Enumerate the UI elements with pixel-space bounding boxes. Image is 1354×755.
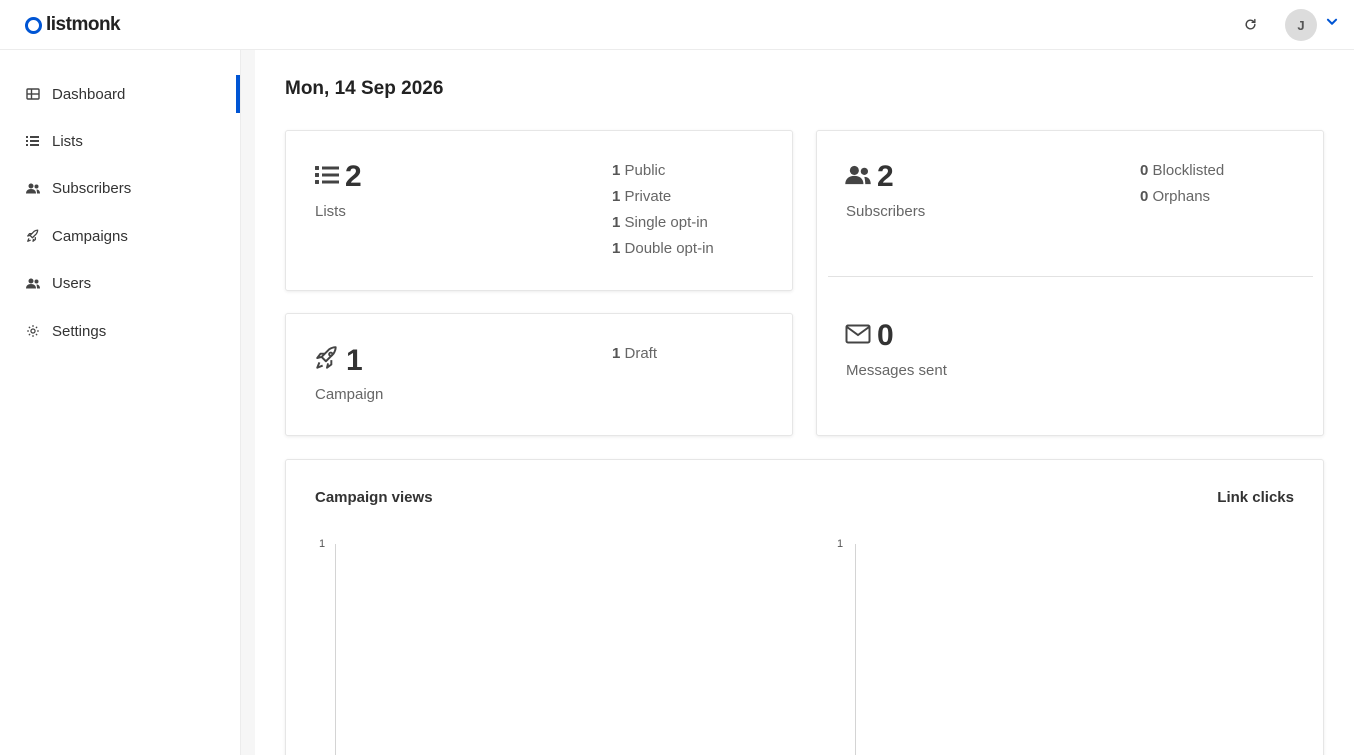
subscribers-label: Subscribers	[846, 203, 926, 220]
lists-label: Lists	[315, 203, 346, 220]
subscribers-count: 2	[877, 160, 894, 193]
gear-icon	[25, 324, 40, 339]
sidebar-gutter	[241, 50, 255, 755]
lists-count: 2	[345, 160, 362, 193]
views-y-tick: 1	[319, 538, 326, 550]
subscribers-blocklisted: 0 Blocklisted	[1140, 162, 1225, 179]
sidebar-item-dashboard[interactable]: Dashboard	[0, 75, 240, 113]
campaigns-count: 1	[346, 343, 363, 377]
sidebar: Dashboard Lists Subscribers Campaigns Us…	[0, 50, 241, 755]
lists-private: 1 Private	[612, 188, 672, 205]
messages-count: 0	[877, 319, 894, 352]
app-name: listmonk	[46, 14, 121, 35]
app-logo[interactable]: listmonk	[25, 14, 121, 36]
sidebar-item-label: Campaigns	[52, 227, 128, 245]
rocket-icon	[25, 229, 40, 244]
sidebar-item-lists[interactable]: Lists	[0, 122, 240, 160]
charts-card: Campaign views Link clicks 1 1	[285, 459, 1324, 755]
users-icon	[845, 165, 871, 190]
subscribers-orphans: 0 Orphans	[1140, 188, 1211, 205]
users-icon	[25, 276, 40, 291]
refresh-icon[interactable]	[1242, 16, 1259, 33]
campaigns-label: Campaign	[315, 386, 384, 403]
lists-card: 2 Lists 1 Public 1 Private 1 Single opt-…	[285, 130, 793, 291]
messages-label: Messages sent	[846, 362, 947, 379]
messages-stat: 0	[845, 321, 894, 351]
views-y-axis	[335, 544, 336, 755]
campaign-views-title: Campaign views	[315, 489, 433, 506]
lists-single-optin: 1 Single opt-in	[612, 214, 708, 231]
sidebar-item-label: Subscribers	[52, 179, 132, 197]
sidebar-item-label: Dashboard	[52, 85, 126, 103]
lists-double-optin: 1 Double opt-in	[612, 240, 714, 257]
sidebar-item-subscribers[interactable]: Subscribers	[0, 169, 240, 207]
list-icon	[315, 165, 339, 190]
list-icon	[25, 134, 40, 149]
subscribers-stat: 2	[845, 162, 894, 192]
link-clicks-title: Link clicks	[1217, 489, 1294, 506]
user-avatar[interactable]: J	[1285, 9, 1317, 41]
page-title: Mon, 14 Sep 2026	[285, 78, 444, 99]
campaigns-stat: 1	[314, 345, 363, 376]
top-header: listmonk J	[0, 0, 1354, 50]
subscribers-card: 2 Subscribers 0 Blocklisted 0 Orphans 0 …	[816, 130, 1324, 436]
sidebar-item-label: Settings	[52, 322, 107, 340]
campaigns-card: 1 Campaign 1 Draft	[285, 313, 793, 436]
chevron-down-icon[interactable]	[1325, 15, 1339, 29]
sidebar-item-campaigns[interactable]: Campaigns	[0, 217, 240, 255]
lists-public: 1 Public	[612, 162, 666, 179]
rocket-icon	[314, 345, 340, 376]
users-icon	[25, 181, 40, 196]
clicks-y-axis	[855, 544, 856, 755]
listmonk-logo-icon	[25, 16, 42, 34]
sidebar-item-settings[interactable]: Settings	[0, 312, 240, 350]
card-divider	[828, 276, 1313, 277]
campaigns-draft: 1 Draft	[612, 345, 658, 362]
dashboard-icon	[25, 87, 40, 102]
sidebar-item-label: Users	[52, 274, 92, 292]
sidebar-item-users[interactable]: Users	[0, 264, 240, 302]
sidebar-item-label: Lists	[52, 132, 83, 150]
mail-icon	[845, 323, 871, 350]
clicks-y-tick: 1	[837, 538, 844, 550]
lists-stat: 2	[315, 162, 362, 192]
